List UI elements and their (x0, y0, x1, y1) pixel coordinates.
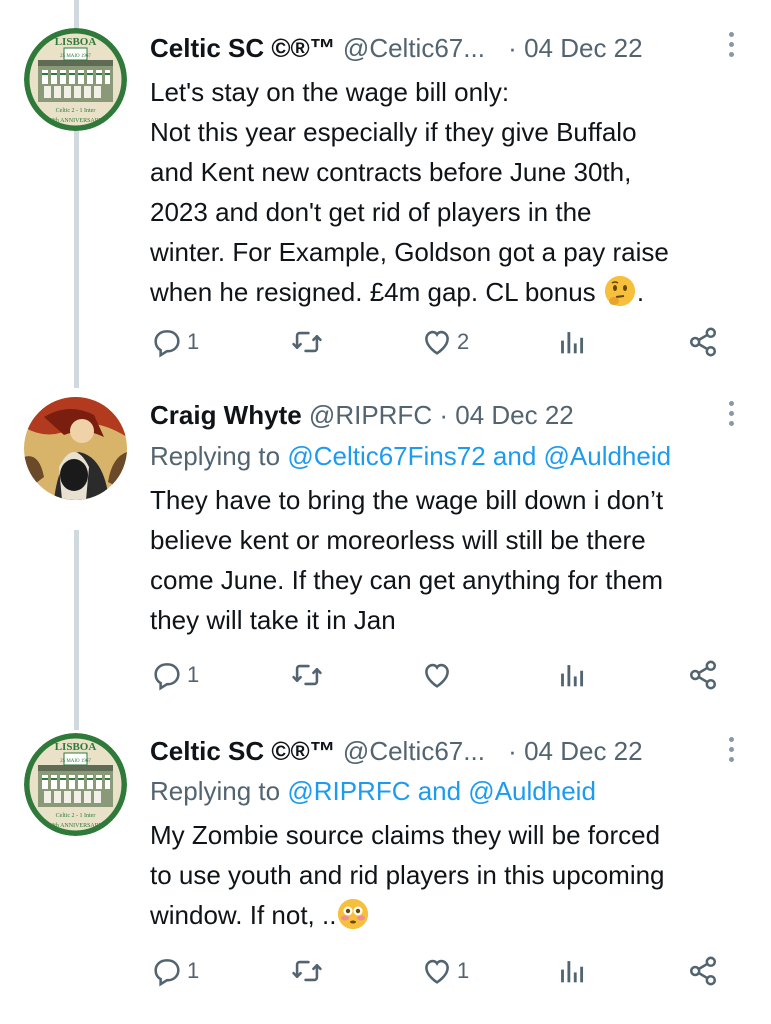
separator-dot: · (508, 33, 517, 63)
replying-to-label: Replying to (150, 776, 281, 806)
avatar-score-text: Celtic 2 - 1 Inter (56, 813, 96, 819)
avatar-lisboa-text: LISBOA (55, 741, 97, 753)
replying-to: Replying to @Celtic67Fins72 and @Auldhei… (150, 438, 671, 474)
text-line-segment: when he resigned. £4m gap. CL bonus (150, 277, 596, 307)
thread-connector-top (74, 0, 79, 30)
thread-connector-1 (74, 130, 79, 388)
tweet-actions: 1 (150, 655, 750, 695)
thinking-face-icon (604, 276, 635, 306)
views-button[interactable] (554, 655, 588, 695)
avatar-date-text: 25 MAIO 1967 (60, 54, 91, 59)
more-options-icon[interactable] (729, 737, 735, 767)
analytics-icon (554, 325, 588, 359)
text-line: to use youth and rid players in this upc… (150, 860, 665, 890)
retweet-button[interactable] (290, 951, 327, 991)
avatar[interactable]: LISBOA 25 MAIO 1967 Celtic 2 - 1 Inter 5… (24, 733, 127, 836)
tweet-actions: 1 1 (150, 951, 750, 991)
text-line-end: . (636, 277, 645, 307)
reply-button[interactable]: 1 (150, 655, 199, 695)
tweet-header: Celtic SC ©®™ @Celtic67... · 04 Dec 22 (150, 733, 771, 769)
display-name[interactable]: Craig Whyte (150, 400, 302, 430)
separator-dot: · (439, 400, 448, 430)
tweet-actions: 1 2 (150, 322, 750, 362)
avatar-lisboa-text: LISBOA (55, 36, 97, 48)
retweet-icon (290, 954, 324, 988)
replying-to-mentions[interactable]: @RIPRFC and @Auldheid (287, 776, 596, 806)
more-options-icon[interactable] (729, 32, 735, 62)
views-button[interactable] (554, 322, 588, 362)
tweet-header: Craig Whyte @RIPRFC · 04 Dec 22 (150, 397, 771, 433)
share-icon (686, 954, 720, 988)
like-count: 2 (457, 329, 470, 354)
tweet-header: Celtic SC ©®™ @Celtic67... · 04 Dec 22 (150, 30, 771, 66)
retweet-icon (290, 658, 324, 692)
heart-icon (420, 325, 454, 359)
text-line: winter. For Example, Goldson got a pay r… (150, 237, 669, 267)
retweet-button[interactable] (290, 655, 327, 695)
text-line: Not this year especially if they give Bu… (150, 117, 637, 147)
text-line: Let's stay on the wage bill only: (150, 77, 510, 107)
retweet-icon (290, 325, 324, 359)
reply-icon (150, 658, 184, 692)
replying-to: Replying to @RIPRFC and @Auldheid (150, 773, 596, 809)
timestamp[interactable]: 04 Dec 22 (455, 400, 574, 430)
retweet-button[interactable] (290, 322, 327, 362)
text-line: believe kent or moreorless will still be… (150, 525, 646, 555)
flushed-face-icon (338, 899, 369, 929)
share-button[interactable] (686, 951, 720, 991)
text-line: window. If not, .. (150, 895, 750, 935)
tweet-text: Let's stay on the wage bill only: Not th… (150, 72, 750, 312)
like-button[interactable]: 2 (420, 322, 469, 362)
views-button[interactable] (554, 951, 588, 991)
heart-icon (420, 658, 454, 692)
heart-icon (420, 954, 454, 988)
thread-connector-2 (74, 530, 79, 730)
reply-icon (150, 954, 184, 988)
reply-icon (150, 325, 184, 359)
text-line: They have to bring the wage bill down i … (150, 485, 664, 515)
handle[interactable]: @Celtic67... (343, 736, 485, 766)
analytics-icon (554, 658, 588, 692)
analytics-icon (554, 954, 588, 988)
handle[interactable]: @Celtic67... (343, 33, 485, 63)
like-count: 1 (457, 958, 470, 983)
timestamp[interactable]: 04 Dec 22 (524, 736, 643, 766)
reply-count: 1 (187, 662, 200, 687)
avatar-anniversary-text: 50th ANNIVERSARY (48, 118, 103, 124)
text-line: come June. If they can get anything for … (150, 565, 664, 595)
separator-dot: · (508, 736, 517, 766)
timestamp[interactable]: 04 Dec 22 (524, 33, 643, 63)
text-line: when he resigned. £4m gap. CL bonus . (150, 272, 750, 312)
tweet-text: My Zombie source claims they will be for… (150, 815, 750, 935)
avatar-anniversary-text: 50th ANNIVERSARY (48, 823, 103, 829)
reply-button[interactable]: 1 (150, 951, 199, 991)
text-line: 2023 and don't get rid of players in the (150, 197, 592, 227)
reply-count: 1 (187, 329, 200, 354)
like-button[interactable]: 1 (420, 951, 469, 991)
text-line: and Kent new contracts before June 30th, (150, 157, 632, 187)
share-button[interactable] (686, 322, 720, 362)
avatar-date-text: 25 MAIO 1967 (60, 759, 91, 764)
reply-button[interactable]: 1 (150, 322, 199, 362)
display-name[interactable]: Celtic SC ©®™ (150, 33, 336, 63)
tweet-text: They have to bring the wage bill down i … (150, 480, 750, 640)
text-line-segment: window. If not, .. (150, 900, 337, 930)
avatar[interactable]: LISBOA 25 MAIO 1967 Celtic 2 - 1 Inter 5… (24, 28, 127, 131)
text-line: they will take it in Jan (150, 605, 396, 635)
handle[interactable]: @RIPRFC (309, 400, 432, 430)
replying-to-label: Replying to (150, 441, 281, 471)
replying-to-mentions[interactable]: @Celtic67Fins72 and @Auldheid (287, 441, 671, 471)
text-line: My Zombie source claims they will be for… (150, 820, 661, 850)
like-button[interactable] (420, 655, 457, 695)
display-name[interactable]: Celtic SC ©®™ (150, 736, 336, 766)
share-icon (686, 325, 720, 359)
avatar-score-text: Celtic 2 - 1 Inter (56, 108, 96, 114)
reply-count: 1 (187, 958, 200, 983)
share-icon (686, 658, 720, 692)
more-options-icon[interactable] (729, 401, 735, 431)
avatar[interactable] (24, 397, 127, 500)
share-button[interactable] (686, 655, 720, 695)
